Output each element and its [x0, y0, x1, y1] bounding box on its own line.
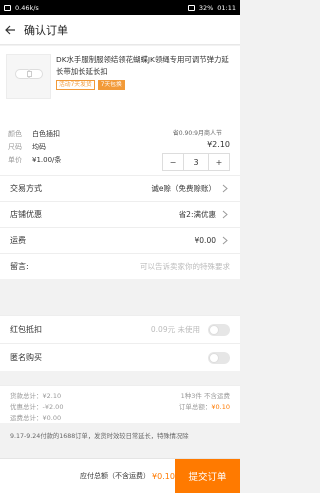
prop-price-value: ¥1.00/条 — [32, 156, 62, 164]
chevron-right-icon — [222, 210, 230, 220]
discount-total: 优惠总计：-¥2.00 — [10, 403, 64, 411]
back-button[interactable] — [0, 15, 20, 45]
prop-color-key: 颜色 — [8, 130, 22, 138]
product-title[interactable]: DK水手服制服领结领花蝴蝶JK领绳专用可调节弹力延长带加长延长扣 — [56, 54, 234, 78]
row-label: 留言: — [10, 262, 29, 271]
row-anonymous: 匿名购买 — [0, 343, 240, 371]
product-badges: 活动7天发货 7天包换 — [56, 80, 125, 90]
page-title: 确认订单 — [24, 23, 68, 37]
message-input[interactable]: 可以告诉卖家你的特殊要求 — [140, 261, 230, 272]
red-packet-toggle[interactable] — [208, 323, 230, 336]
row-shop-discount[interactable]: 店铺优惠 省2:满优惠 — [0, 201, 240, 227]
row-value: 0.09元 未使用 — [150, 325, 200, 334]
prop-size-key: 尺码 — [8, 143, 22, 151]
items-count: 1种3件 不含运费 — [180, 392, 230, 400]
row-label: 匿名购买 — [10, 353, 42, 362]
row-label: 交易方式 — [10, 184, 42, 193]
saving-text: 省0.90:9月商人节 — [172, 130, 222, 137]
toggle-options: 红包抵扣 0.09元 未使用 匿名购买 — [0, 315, 240, 371]
prop-color-value: 白色插扣 — [32, 130, 60, 138]
signal-icon — [4, 4, 11, 11]
row-value: 省2:满优惠 — [178, 210, 216, 219]
payable-label: 应付总额（不含运费） — [80, 472, 150, 480]
order-options: 交易方式 诚e赊（免费赊账） 店铺优惠 省2:满优惠 运费 ¥0.00 留言: … — [0, 175, 240, 279]
order-total: 订单总额：¥0.10 — [179, 402, 230, 412]
row-shipping[interactable]: 运费 ¥0.00 — [0, 227, 240, 253]
row-label: 运费 — [10, 236, 26, 245]
quantity-input[interactable]: 3 — [183, 154, 209, 170]
chevron-right-icon — [222, 236, 230, 246]
goods-total: 货款总计：¥2.10 — [10, 392, 62, 400]
row-label: 红包抵扣 — [10, 325, 42, 334]
payable-value: ¥0.10 — [152, 471, 175, 481]
anonymous-toggle[interactable] — [208, 351, 230, 364]
row-value: 诚e赊（免费赊账） — [151, 184, 216, 193]
badge-exchange: 7天包换 — [97, 80, 125, 90]
decrement-button[interactable]: − — [163, 154, 183, 170]
product-props: 颜色 白色插扣 尺码 均码 单价 ¥1.00/条 — [8, 128, 61, 167]
delivery-notice: 9.17-9.24付款的1688订单，发货时效较日常延长，特殊情况除 — [10, 433, 189, 440]
chevron-right-icon — [222, 184, 230, 194]
product-thumbnail[interactable] — [6, 54, 51, 99]
clock: 01:11 — [217, 3, 236, 12]
product-price: ¥2.10 — [207, 140, 230, 149]
network-speed: 0.46k/s — [15, 3, 39, 12]
status-bar: 0.46k/s 32% 01:11 — [0, 0, 240, 15]
order-summary: 货款总计：¥2.10 优惠总计：-¥2.00 运费总计：¥0.00 1种3件 不… — [0, 385, 240, 423]
prop-size-value: 均码 — [32, 143, 46, 151]
increment-button[interactable]: + — [209, 154, 229, 170]
shipping-total: 运费总计：¥0.00 — [10, 414, 62, 422]
bottom-bar: 应付总额（不含运费） ¥0.10 提交订单 — [0, 458, 240, 493]
row-red-packet: 红包抵扣 0.09元 未使用 — [0, 315, 240, 343]
row-payment-method[interactable]: 交易方式 诚e赊（免费赊账） — [0, 175, 240, 201]
badge-shipping: 活动7天发货 — [56, 80, 95, 90]
back-arrow-icon — [5, 25, 15, 34]
prop-price-key: 单价 — [8, 156, 22, 164]
row-message[interactable]: 留言: 可以告诉卖家你的特殊要求 — [0, 253, 240, 279]
order-total-label: 订单总额： — [178, 403, 212, 411]
submit-order-button[interactable]: 提交订单 — [174, 458, 240, 493]
battery-level: 32% — [198, 3, 214, 12]
row-label: 店铺优惠 — [10, 210, 42, 219]
order-total-value: ¥0.10 — [211, 403, 230, 411]
wifi-icon — [187, 4, 195, 11]
row-value: ¥0.00 — [194, 236, 216, 245]
top-bar: 确认订单 — [0, 15, 240, 45]
quantity-stepper: − 3 + — [162, 153, 230, 171]
